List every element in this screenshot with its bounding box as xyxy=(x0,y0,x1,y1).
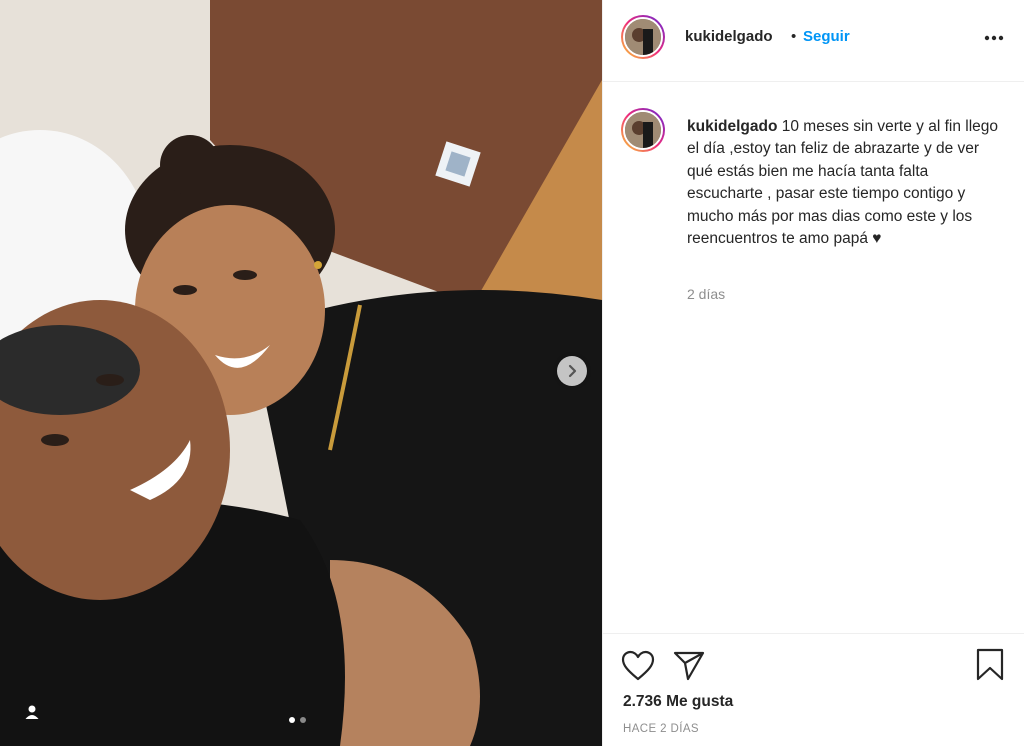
bookmark-icon[interactable] xyxy=(975,648,1005,682)
chevron-right-icon xyxy=(568,364,577,378)
separator-bullet: • xyxy=(791,28,797,45)
selfie-image xyxy=(0,0,602,746)
avatar[interactable] xyxy=(621,15,665,59)
likes-count[interactable]: 2.736 Me gusta xyxy=(623,693,733,711)
header-username[interactable]: kukidelgado xyxy=(685,28,773,45)
avatar-image xyxy=(623,110,663,150)
post-sidebar: kukidelgado • Seguir kukidelgado 10 mese… xyxy=(602,0,1024,746)
caption-username[interactable]: kukidelgado xyxy=(687,118,777,135)
carousel-indicator xyxy=(289,717,306,723)
post-actions: 2.736 Me gusta HACE 2 DÍAS xyxy=(603,633,1024,746)
caption-avatar[interactable] xyxy=(621,108,665,152)
follow-button[interactable]: Seguir xyxy=(803,28,850,45)
caption-timestamp[interactable]: 2 días xyxy=(687,286,725,302)
carousel-next-button[interactable] xyxy=(557,356,587,386)
share-send-icon[interactable] xyxy=(673,649,705,681)
carousel-dot xyxy=(300,717,306,723)
tagged-users-button[interactable] xyxy=(14,694,50,730)
carousel-dot-active xyxy=(289,717,295,723)
post-date[interactable]: HACE 2 DÍAS xyxy=(623,723,699,735)
post-header: kukidelgado • Seguir xyxy=(603,0,1024,82)
like-heart-icon[interactable] xyxy=(621,650,655,682)
user-tag-icon xyxy=(25,705,39,719)
more-options-icon[interactable] xyxy=(981,28,1007,48)
post-photo[interactable] xyxy=(0,0,602,746)
post-caption: kukidelgado 10 meses sin verte y al fin … xyxy=(687,116,1005,250)
avatar-image xyxy=(623,17,663,57)
caption-text: 10 meses sin verte y al fin llego el día… xyxy=(687,118,998,248)
